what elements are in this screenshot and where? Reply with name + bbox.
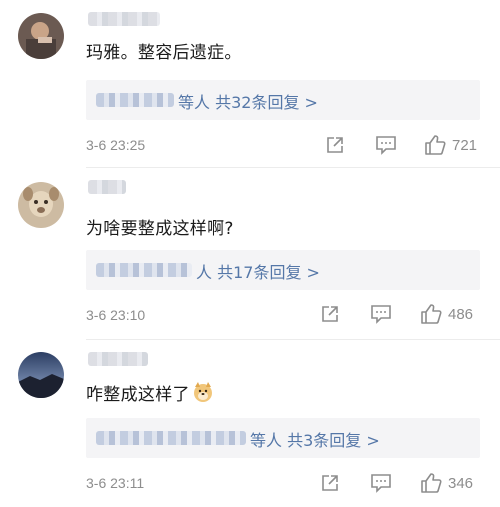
comment-icon[interactable] (375, 135, 397, 155)
comment-time: 3-6 23:11 (86, 475, 145, 491)
comment-item: 为啥要整成这样啊? 人 共17条回复 > 3-6 23:10 486 (0, 168, 500, 340)
username-blurred[interactable] (88, 352, 148, 366)
comment-time: 3-6 23:25 (86, 137, 146, 153)
comment-icon[interactable] (370, 304, 392, 324)
reply-usernames-blurred (96, 263, 192, 277)
comment-icon[interactable] (370, 473, 392, 493)
doge-emoji-icon (193, 382, 212, 402)
replies-preview[interactable]: 等人 共32条回复 > (86, 80, 480, 120)
username-blurred[interactable] (88, 180, 126, 194)
reply-usernames-blurred (96, 431, 246, 445)
avatar[interactable] (18, 352, 64, 398)
comment-text: 咋整成这样了 (86, 380, 214, 405)
like-count: 346 (448, 475, 474, 492)
replies-preview[interactable]: 人 共17条回复 > (86, 250, 480, 290)
username-blurred[interactable] (88, 12, 160, 26)
reply-usernames-blurred (96, 93, 174, 107)
avatar[interactable] (18, 182, 64, 228)
like-icon[interactable] (420, 472, 442, 494)
comment-text: 为啥要整成这样啊? (86, 219, 234, 239)
like-icon[interactable] (420, 303, 442, 325)
like-count: 486 (448, 306, 474, 323)
comment-text-content: 咋整成这样了 (86, 385, 190, 405)
like-icon[interactable] (424, 134, 446, 156)
comment-time: 3-6 23:10 (86, 307, 146, 323)
avatar[interactable] (18, 13, 64, 59)
reply-count-link[interactable]: 人 共17条回复 > (196, 259, 320, 283)
reply-count-link[interactable]: 等人 共3条回复 > (250, 427, 380, 451)
comment-item: 咋整成这样了 等人 共3条回复 > 3-6 23:11 346 (0, 340, 500, 507)
forward-icon[interactable] (320, 473, 340, 493)
comment-text: 玛雅。整容后遗症。 (86, 43, 242, 63)
reply-count-link[interactable]: 等人 共32条回复 > (178, 89, 318, 113)
comment-item: 玛雅。整容后遗症。 等人 共32条回复 > 3-6 23:25 721 (0, 0, 500, 168)
forward-icon[interactable] (320, 304, 340, 324)
forward-icon[interactable] (325, 135, 345, 155)
replies-preview[interactable]: 等人 共3条回复 > (86, 418, 480, 458)
like-count: 721 (452, 137, 478, 154)
